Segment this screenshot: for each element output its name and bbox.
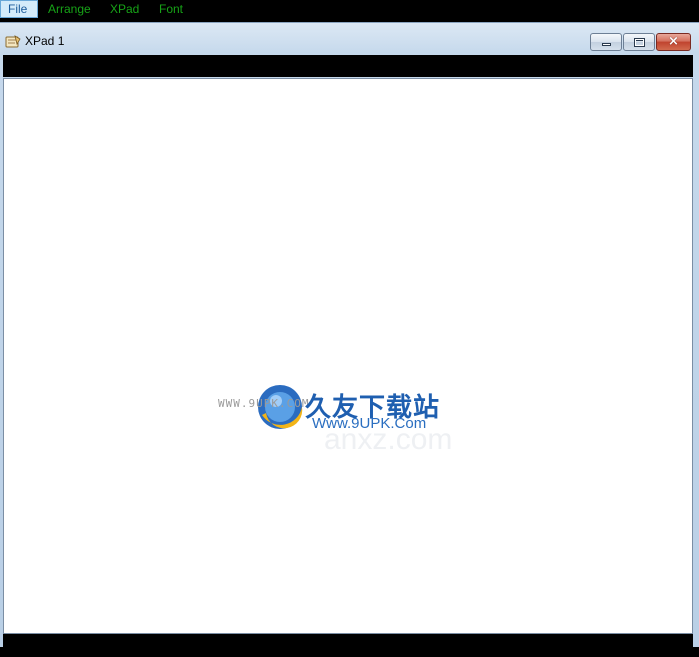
- menu-bar: File Arrange XPad Font: [0, 0, 699, 18]
- notepad-icon: [5, 34, 21, 48]
- maximize-icon: [634, 38, 645, 47]
- close-button[interactable]: ×: [656, 33, 691, 51]
- bottom-strip: [0, 647, 699, 657]
- watermark-prefix: WWW.9UPK.COM: [218, 397, 310, 410]
- menu-xpad[interactable]: XPad: [110, 0, 148, 18]
- minimize-icon: [602, 43, 611, 46]
- minimize-button[interactable]: [590, 33, 622, 51]
- menu-file[interactable]: File: [0, 0, 38, 18]
- menu-arrange[interactable]: Arrange: [48, 0, 100, 18]
- note-editor[interactable]: anxz.com WWW.9UPK.COM 久友下载站 Www.9UPK.Com: [3, 78, 693, 634]
- watermark-url: Www.9UPK.Com: [312, 415, 427, 432]
- menu-font[interactable]: Font: [159, 0, 199, 18]
- xpad-window: XPad 1 × anxz.com WWW.9UPK.COM 久友下载站 Www…: [0, 22, 699, 657]
- watermark: anxz.com WWW.9UPK.COM 久友下载站 Www.9UPK.Com: [212, 359, 472, 459]
- maximize-button[interactable]: [623, 33, 655, 51]
- window-title: XPad 1: [25, 34, 65, 48]
- toolbar-strip: [3, 55, 693, 77]
- status-strip: [3, 634, 693, 647]
- close-icon: ×: [668, 34, 679, 49]
- title-bar[interactable]: XPad 1 ×: [0, 23, 699, 55]
